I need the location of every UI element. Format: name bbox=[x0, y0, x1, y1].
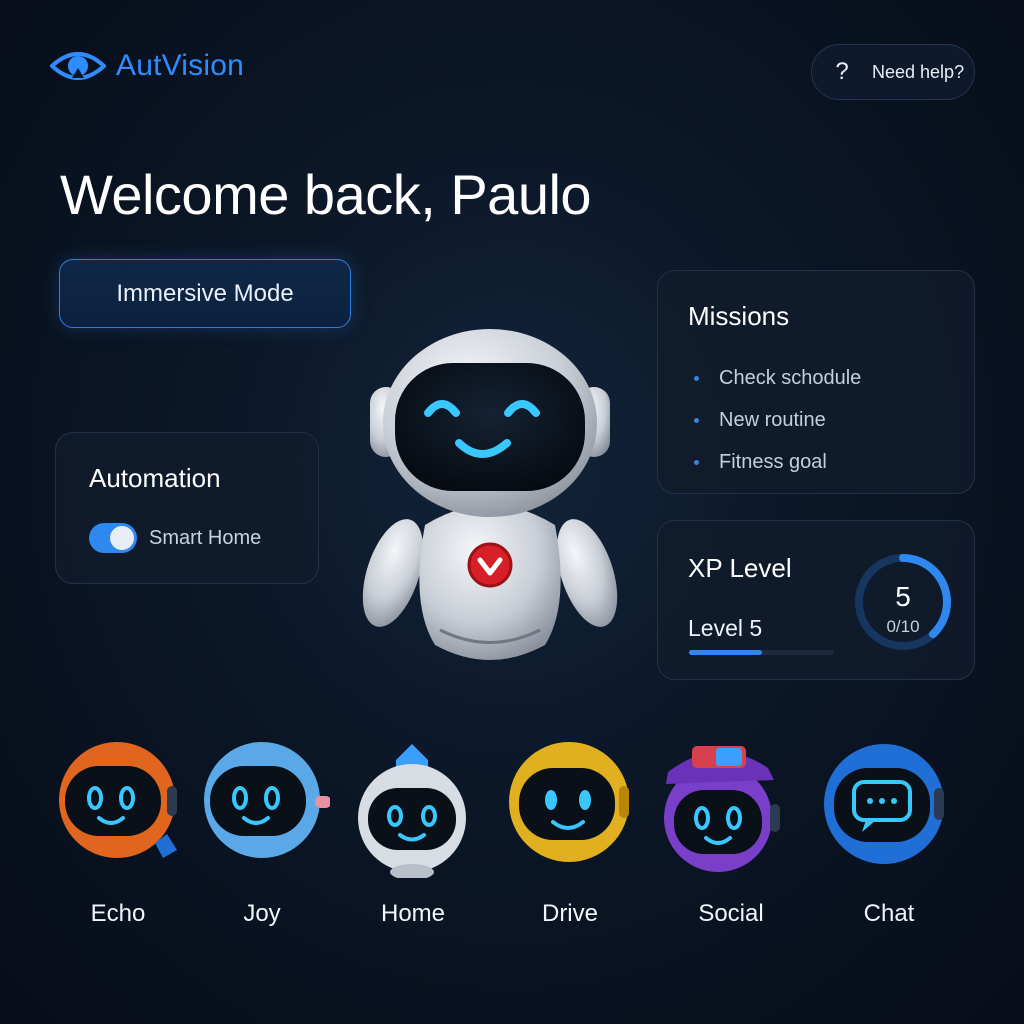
joy-label: Joy bbox=[243, 900, 281, 927]
xp-progress-fill bbox=[689, 650, 762, 655]
echo-bot-avatar[interactable] bbox=[55, 738, 185, 878]
joy-bot-avatar[interactable] bbox=[200, 738, 331, 878]
automation-title: Automation bbox=[89, 463, 221, 493]
smart-home-toggle[interactable] bbox=[89, 523, 137, 553]
xp-level-number: 5 bbox=[895, 581, 911, 612]
immersive-mode-button[interactable]: Immersive Mode bbox=[59, 259, 351, 328]
drive-label: Drive bbox=[541, 900, 598, 927]
smart-home-label: Smart Home bbox=[149, 527, 262, 549]
missions-list: Check schodule New routine Fitness goal bbox=[694, 357, 861, 483]
mission-item[interactable]: Fitness goal bbox=[694, 441, 861, 483]
social-bot-avatar[interactable] bbox=[660, 738, 790, 878]
app-name: AutVision bbox=[116, 49, 244, 82]
bullet-icon bbox=[694, 375, 699, 381]
mission-label: Check schodule bbox=[719, 366, 862, 389]
drive-bot-avatar[interactable] bbox=[505, 738, 635, 878]
app-logo[interactable]: AutVision bbox=[50, 48, 244, 84]
mission-label: Fitness goal bbox=[719, 450, 827, 473]
home-label: Home bbox=[380, 900, 446, 927]
xp-progress-bar bbox=[689, 650, 834, 655]
social-label: Social bbox=[698, 900, 764, 927]
page-title: Welcome back, Paulo bbox=[60, 163, 592, 226]
missions-card: Missions Check schodule New routine Fitn… bbox=[657, 270, 975, 494]
xp-card: XP Level Level 5 5 0/10 bbox=[657, 520, 975, 680]
chat-label: Chat bbox=[863, 900, 915, 927]
need-help-button[interactable]: ? Need help? bbox=[811, 44, 975, 100]
help-label: Need help? bbox=[872, 61, 965, 82]
assistant-mascot bbox=[355, 325, 625, 680]
bullet-icon bbox=[694, 417, 699, 423]
help-icon: ? bbox=[835, 58, 849, 85]
chat-bot-avatar[interactable] bbox=[820, 738, 950, 878]
automation-card: Automation Smart Home bbox=[55, 432, 319, 584]
xp-progress-text: 0/10 bbox=[886, 617, 920, 636]
mission-label: New routine bbox=[719, 408, 826, 431]
xp-title: XP Level bbox=[688, 553, 792, 583]
bullet-icon bbox=[694, 459, 699, 465]
xp-level-label: Level 5 bbox=[688, 615, 763, 641]
mission-item[interactable]: New routine bbox=[694, 399, 861, 441]
mission-item[interactable]: Check schodule bbox=[694, 357, 861, 399]
toggle-knob bbox=[110, 526, 134, 550]
echo-label: Echo bbox=[90, 900, 146, 927]
missions-title: Missions bbox=[688, 301, 790, 331]
eye-logo-icon bbox=[50, 52, 106, 80]
home-bot-avatar[interactable] bbox=[350, 738, 480, 880]
